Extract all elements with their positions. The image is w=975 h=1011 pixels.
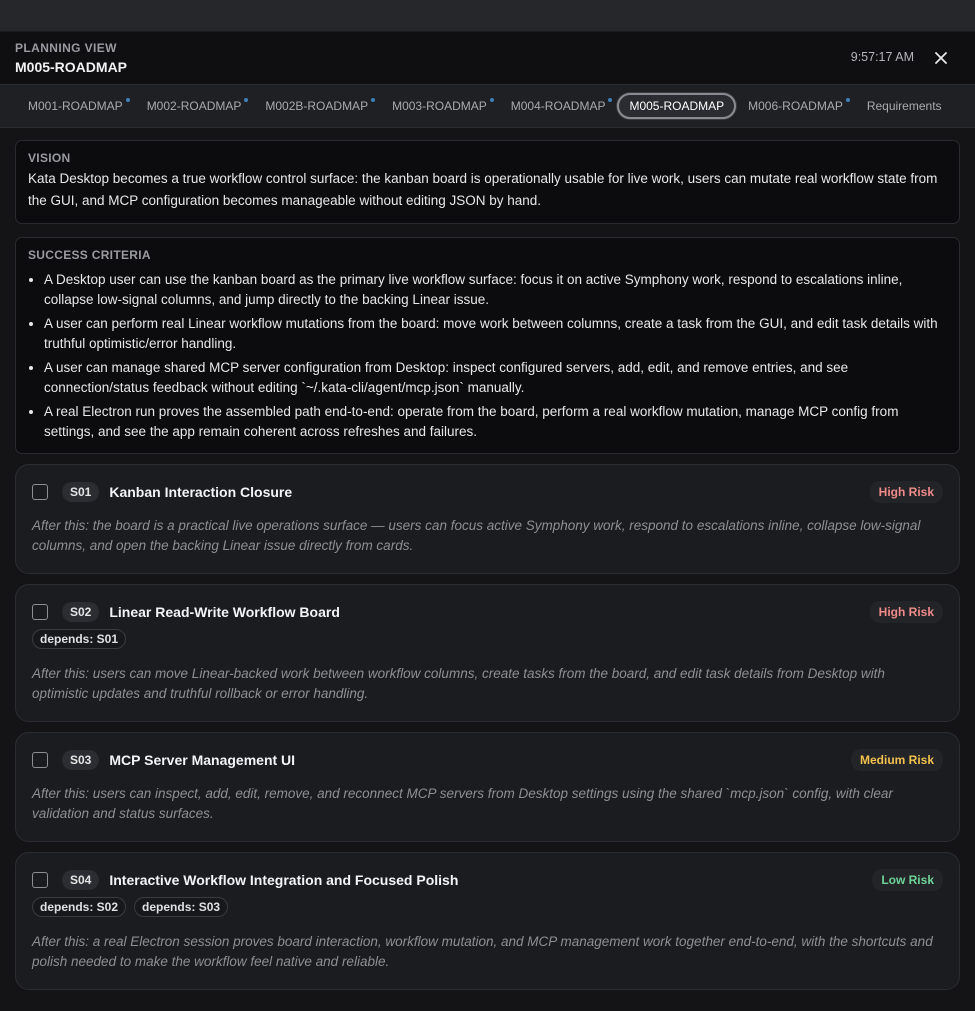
- dependency-list: depends: S02 depends: S03: [32, 897, 943, 917]
- tab-label: Requirements: [866, 99, 942, 113]
- status-dot-icon: [845, 98, 850, 102]
- dependency-badge: depends: S02: [32, 897, 127, 917]
- slice-id-badge: S02: [62, 602, 100, 622]
- tab-label: M001-ROADMAP: [28, 99, 123, 113]
- tab-label: M002-ROADMAP: [146, 99, 242, 113]
- slice-title: Interactive Workflow Integration and Foc…: [109, 872, 459, 888]
- slice-title: MCP Server Management UI: [109, 752, 296, 768]
- success-criteria-label: SUCCESS CRITERIA: [28, 248, 151, 262]
- dependency-badge: depends: S01: [32, 629, 127, 649]
- slice-checkbox[interactable]: [32, 872, 48, 888]
- main-content: VISION Kata Desktop becomes a true workf…: [0, 128, 975, 990]
- slice-id-badge: S01: [62, 482, 100, 502]
- window-titlebar: [0, 0, 975, 32]
- slice-outcome-text: After this: the board is a practical liv…: [32, 518, 921, 553]
- slice-list: S01 Kanban Interaction Closure High Risk Af…: [15, 464, 960, 990]
- criteria-item: A user can manage shared MCP server conf…: [44, 358, 947, 398]
- page-title: M005-ROADMAP: [15, 59, 128, 75]
- vision-label: VISION: [28, 151, 71, 165]
- slice-checkbox[interactable]: [32, 604, 48, 620]
- tab-m001-roadmap[interactable]: M001-ROADMAP: [16, 93, 135, 119]
- slice-header: S02 Linear Read-Write Workflow Board: [32, 601, 943, 623]
- slice-card-s01: S01 Kanban Interaction Closure High Risk Af…: [15, 464, 960, 574]
- tab-label: M005-ROADMAP: [629, 99, 725, 113]
- risk-badge: High Risk: [869, 601, 943, 623]
- status-dot-icon: [125, 98, 130, 102]
- close-button[interactable]: [931, 48, 951, 68]
- slice-header: S04 Interactive Workflow Integration and …: [32, 869, 943, 891]
- criteria-item: A user can perform real Linear workflow …: [44, 314, 947, 354]
- slice-card-s04: S04 Interactive Workflow Integration and …: [15, 852, 960, 990]
- planning-header: PLANNING VIEW M005-ROADMAP 9:57:17 AM: [0, 32, 975, 84]
- tab-m002b-roadmap[interactable]: M002B-ROADMAP: [253, 93, 380, 119]
- slice-checkbox[interactable]: [32, 484, 48, 500]
- slice-checkbox[interactable]: [32, 752, 48, 768]
- tab-m004-roadmap[interactable]: M004-ROADMAP: [499, 93, 618, 119]
- status-dot-icon: [608, 98, 613, 102]
- slice-id-badge: S03: [62, 750, 100, 770]
- criteria-item: A Desktop user can use the kanban board …: [44, 270, 947, 310]
- risk-badge: Medium Risk: [850, 749, 943, 771]
- slice-title: Linear Read-Write Workflow Board: [109, 604, 340, 620]
- success-criteria-list: A Desktop user can use the kanban board …: [28, 270, 947, 442]
- slice-id-badge: S04: [62, 870, 100, 890]
- dependency-list: depends: S01: [32, 629, 943, 649]
- slice-outcome-text: After this: users can inspect, add, edit…: [32, 786, 893, 821]
- slice-outcome-text: After this: users can move Linear-backed…: [32, 666, 885, 701]
- success-criteria-panel: SUCCESS CRITERIA A Desktop user can use …: [15, 237, 960, 454]
- slice-title: Kanban Interaction Closure: [109, 484, 293, 500]
- tab-requirements[interactable]: Requirements: [855, 93, 954, 119]
- timestamp: 9:57:17 AM: [850, 50, 914, 64]
- slice-outcome-text: After this: a real Electron session prov…: [32, 934, 933, 969]
- risk-badge: Low Risk: [872, 869, 943, 891]
- tab-m002-roadmap[interactable]: M002-ROADMAP: [135, 93, 254, 119]
- slice-header: S03 MCP Server Management UI: [32, 749, 943, 771]
- tab-bar-container: M001-ROADMAP M002-ROADMAP M002B-ROADMAP M00…: [0, 84, 975, 128]
- criteria-item: A real Electron run proves the assembled…: [44, 402, 947, 442]
- tab-label: M004-ROADMAP: [510, 99, 606, 113]
- close-icon: [935, 52, 947, 64]
- risk-badge: High Risk: [869, 481, 943, 503]
- status-dot-icon: [371, 98, 376, 102]
- view-eyebrow: PLANNING VIEW: [15, 41, 117, 55]
- vision-panel: VISION Kata Desktop becomes a true workf…: [15, 140, 960, 224]
- vision-text: Kata Desktop becomes a true workflow con…: [28, 171, 938, 208]
- status-dot-icon: [244, 98, 249, 102]
- dependency-badge: depends: S03: [134, 897, 229, 917]
- tab-m003-roadmap[interactable]: M003-ROADMAP: [380, 93, 499, 119]
- tab-label: M006-ROADMAP: [748, 99, 843, 113]
- slice-card-s02: S02 Linear Read-Write Workflow Board High …: [15, 584, 960, 722]
- status-dot-icon: [489, 98, 494, 102]
- tab-m005-roadmap[interactable]: M005-ROADMAP: [617, 93, 737, 119]
- tab-m006-roadmap[interactable]: M006-ROADMAP: [736, 93, 855, 119]
- tab-label: M002B-ROADMAP: [265, 99, 369, 113]
- tab-label: M003-ROADMAP: [392, 99, 487, 113]
- roadmap-tab-bar: M001-ROADMAP M002-ROADMAP M002B-ROADMAP M00…: [0, 84, 975, 128]
- slice-card-s03: S03 MCP Server Management UI Medium Risk Af…: [15, 732, 960, 842]
- slice-header: S01 Kanban Interaction Closure: [32, 481, 943, 503]
